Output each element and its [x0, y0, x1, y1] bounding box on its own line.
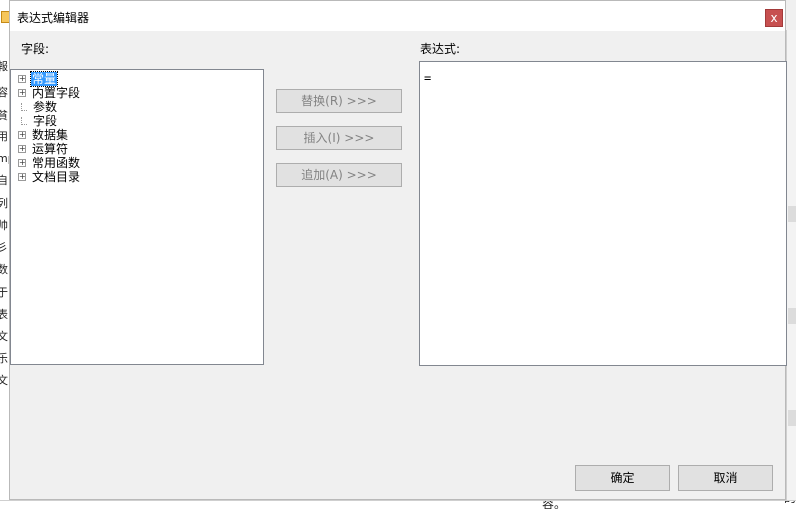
background-stripe	[788, 206, 796, 222]
expand-icon[interactable]: +	[18, 144, 26, 153]
dialog-title: 表达式编辑器	[17, 11, 90, 25]
fields-tree[interactable]: + 常量 + 内置字段 参数 字段 + 数据集 + 运算符 + 常用函数 + 文档目录	[10, 69, 264, 365]
tree-item-common-functions[interactable]: + 常用函数	[18, 156, 81, 170]
tree-item-builtin-fields[interactable]: + 内置字段	[18, 86, 81, 100]
background-app-right	[786, 30, 796, 508]
expand-icon[interactable]: +	[18, 88, 26, 97]
tree-item-label: 内置字段	[32, 86, 81, 100]
expand-icon[interactable]: +	[18, 158, 26, 167]
tree-item-label: 运算符	[32, 142, 69, 156]
title-bar[interactable]: 表达式编辑器 x	[10, 1, 785, 31]
expand-icon[interactable]: +	[18, 74, 26, 83]
tree-item-datasets[interactable]: + 数据集	[18, 128, 69, 142]
append-button[interactable]: 追加(A) >>>	[276, 163, 402, 187]
tree-item-label: 字段	[33, 114, 58, 128]
tree-item-label: 数据集	[32, 128, 69, 142]
tree-item-constants[interactable]: + 常量	[18, 71, 59, 87]
close-button[interactable]: x	[765, 9, 783, 27]
tree-item-operators[interactable]: + 运算符	[18, 142, 69, 156]
expression-editor-dialog: 表达式编辑器 x 字段: 表达式: + 常量 + 内置字段 参数 字段 + 数据集 +…	[9, 0, 787, 500]
tree-line-icon	[21, 116, 27, 125]
expand-icon[interactable]: +	[18, 172, 26, 181]
tree-item-label: 常量	[29, 71, 59, 87]
expression-label: 表达式:	[420, 42, 461, 56]
background-stripe	[788, 308, 796, 324]
tree-item-parameters[interactable]: 参数	[18, 100, 58, 114]
tree-item-fields[interactable]: 字段	[18, 114, 58, 128]
tree-item-document-catalog[interactable]: + 文档目录	[18, 170, 81, 184]
expression-textarea[interactable]: =	[419, 61, 787, 366]
fields-label: 字段:	[21, 42, 50, 56]
background-text: 的	[784, 501, 796, 506]
tree-line-icon	[21, 102, 27, 111]
background-stripe	[788, 410, 796, 426]
expand-icon[interactable]: +	[18, 130, 26, 139]
tree-item-label: 常用函数	[32, 156, 81, 170]
cancel-button[interactable]: 取消	[678, 465, 773, 491]
tree-item-label: 参数	[33, 100, 58, 114]
ok-button[interactable]: 确定	[575, 465, 670, 491]
insert-button[interactable]: 插入(I) >>>	[276, 126, 402, 150]
tree-item-label: 文档目录	[32, 170, 81, 184]
replace-button[interactable]: 替换(R) >>>	[276, 89, 402, 113]
